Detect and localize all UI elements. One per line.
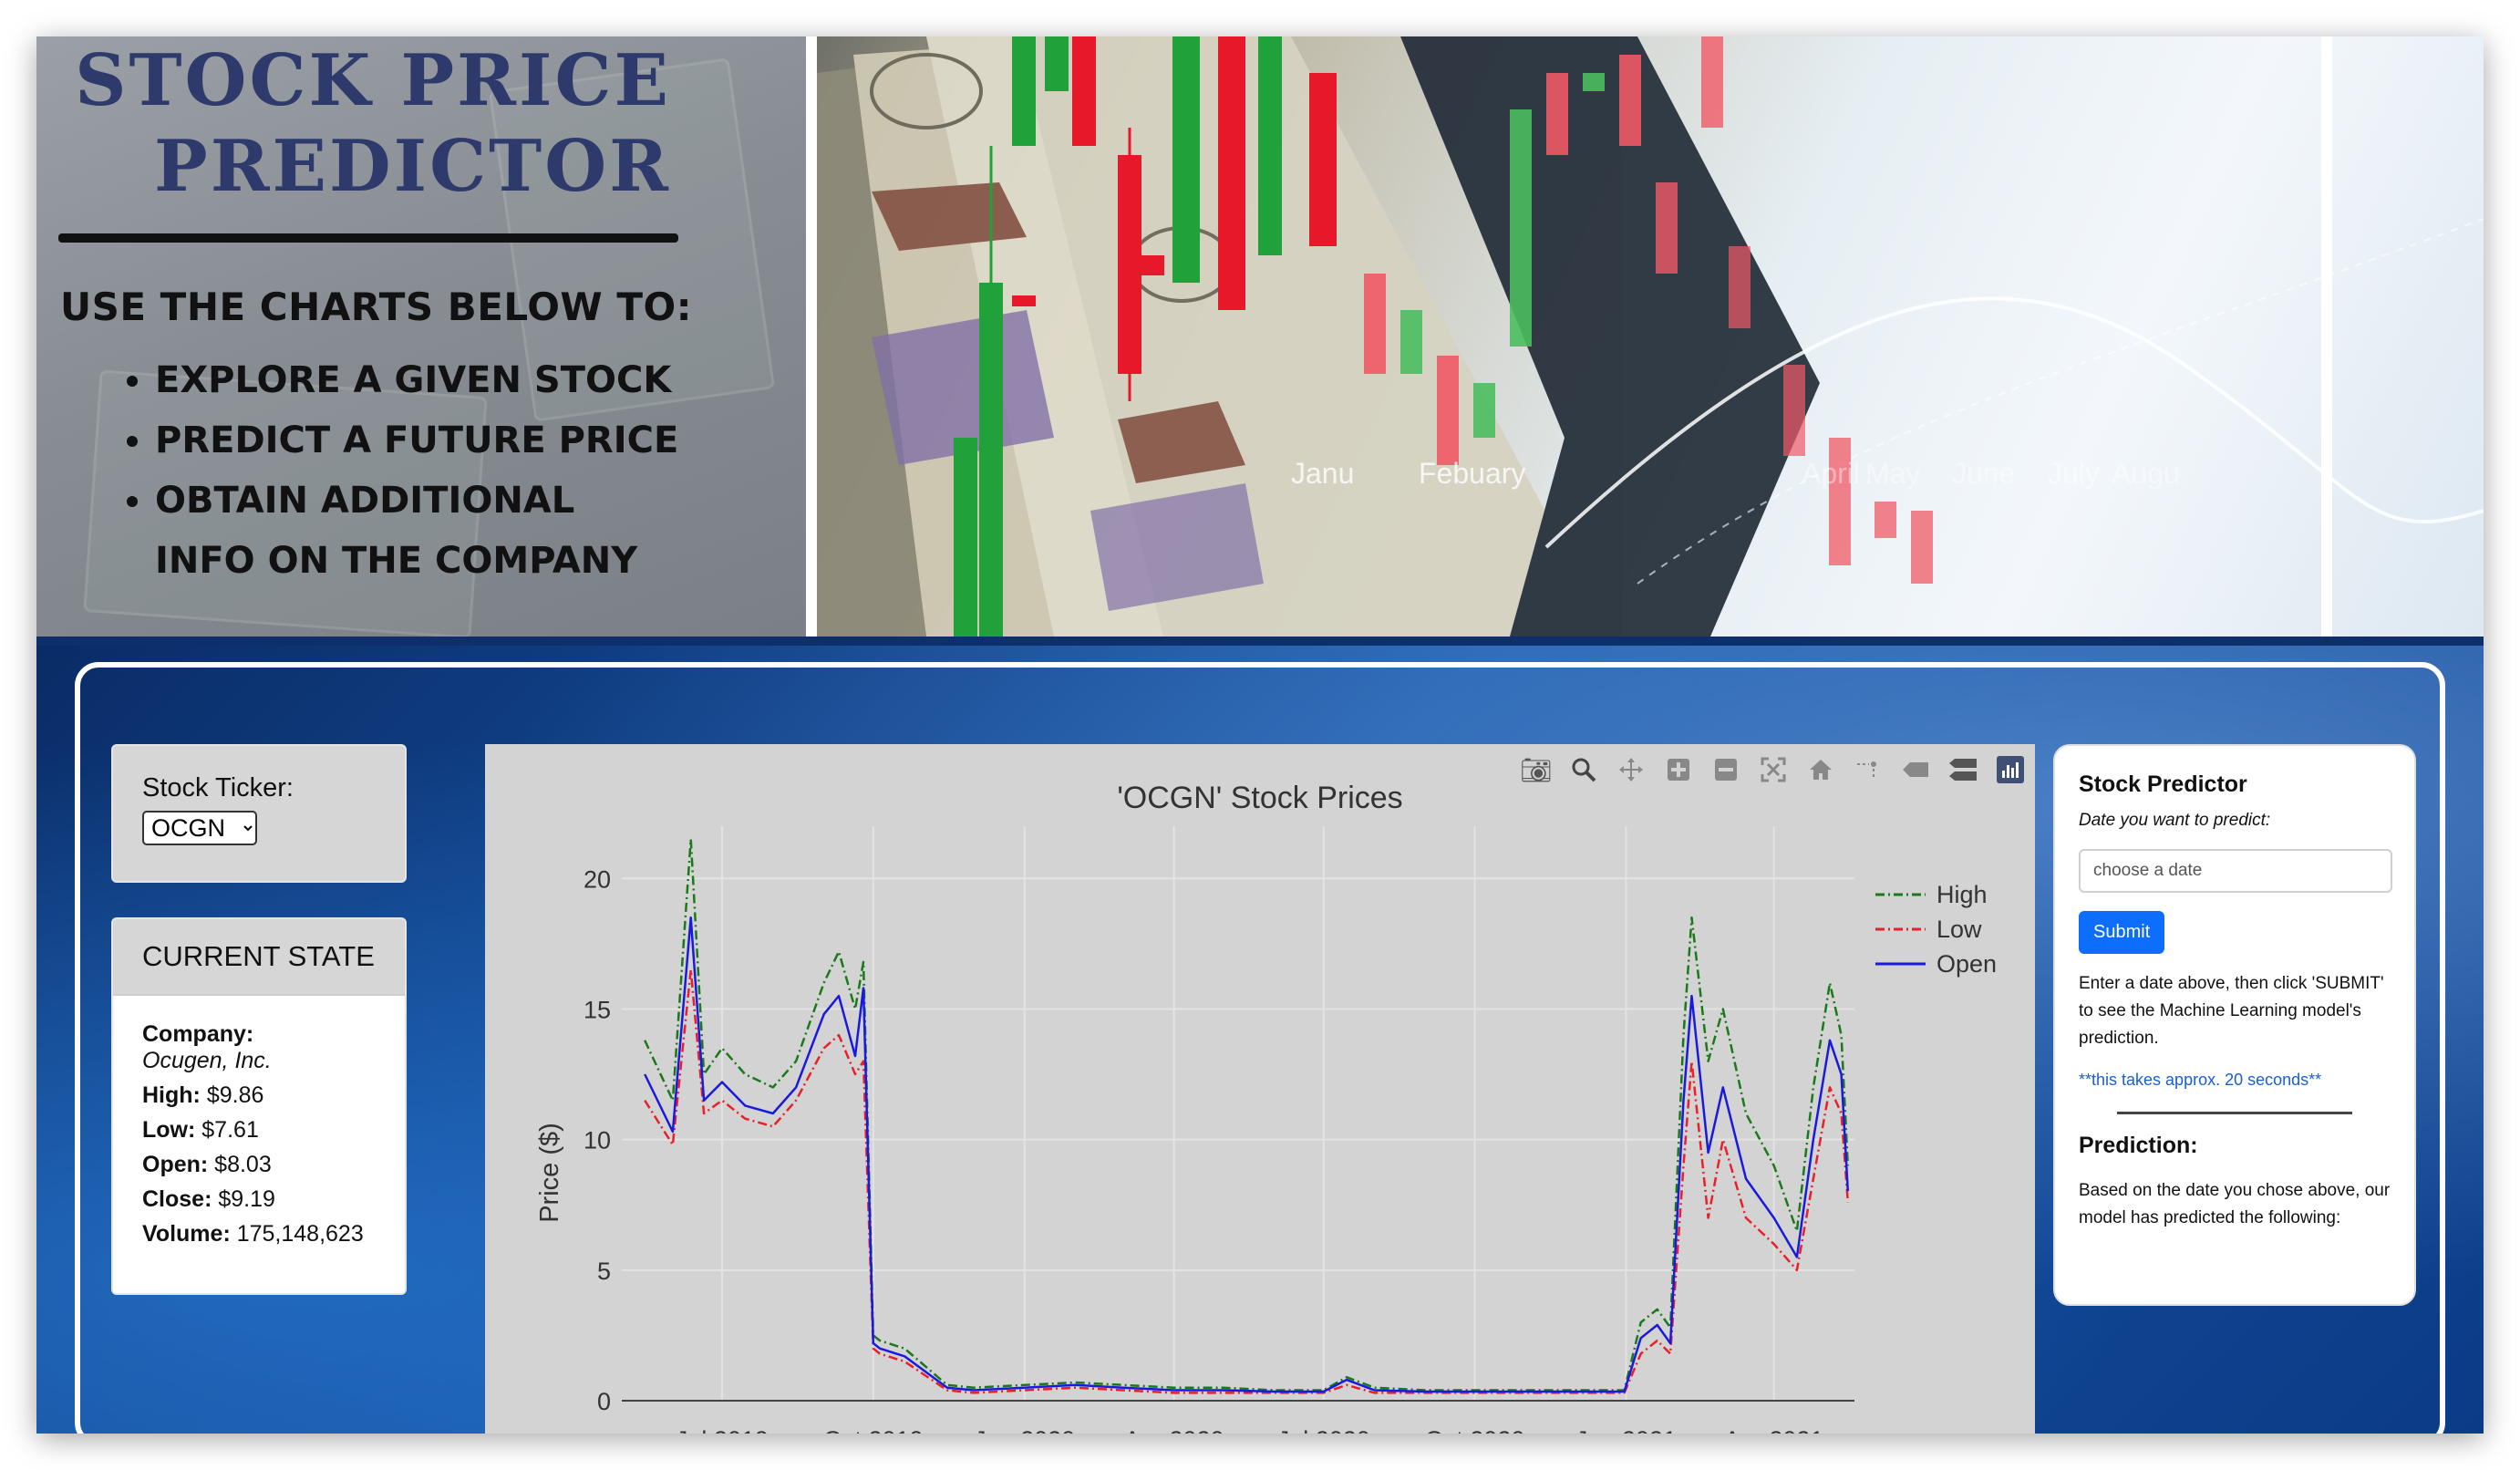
close-label: Close: [142, 1186, 212, 1212]
chart-title: 'OCGN' Stock Prices [1117, 781, 1402, 815]
feature-item: EXPLORE A GIVEN STOCK [155, 350, 678, 410]
predictor-hint: Date you want to predict: [2079, 811, 2271, 830]
title-divider [58, 233, 678, 243]
legend-label[interactable]: High [1936, 881, 1988, 908]
current-state-card: CURRENT STATE Company: Ocugen, Inc. High… [111, 917, 407, 1295]
photo-month-label: Janu [1291, 457, 1354, 490]
volume-label: Volume: [142, 1221, 231, 1247]
photo-month-label: June [1952, 457, 2015, 490]
y-tick-label: 0 [597, 1388, 611, 1415]
photo-month-label: April [1802, 457, 1860, 490]
stock-chart[interactable]: 📷︎ 'OCGN' Stock Prices Jul 2019 Oct 2019 J… [485, 744, 2035, 1434]
volume-value: 175,148,623 [236, 1221, 364, 1247]
y-tick-label: 20 [584, 865, 611, 893]
x-tick-label: Jan 2020 [974, 1426, 1075, 1434]
x-tick-label: Apr 2020 [1124, 1426, 1224, 1434]
predictor-title: Stock Predictor [2079, 771, 2247, 797]
price-plot[interactable]: 'OCGN' Stock Prices Jul 2019 Oct 2019 Jan … [485, 744, 2035, 1434]
series-line-low[interactable] [644, 968, 1850, 1394]
legend-label[interactable]: Low [1936, 916, 1982, 943]
candlestick-photo-image: Janu Febuary April May June July Augu [817, 36, 2484, 637]
x-tick-label: Apr 2021 [1724, 1426, 1824, 1434]
prediction-heading: Prediction: [2079, 1133, 2198, 1158]
open-label: Open: [142, 1152, 209, 1177]
x-tick-label: Jan 2021 [1575, 1426, 1677, 1434]
intro-heading: USE THE CHARTS BELOW TO: [60, 285, 693, 329]
series-line-high[interactable] [644, 838, 1850, 1392]
current-state-header: CURRENT STATE [113, 919, 405, 996]
submit-button[interactable]: Submit [2079, 911, 2165, 954]
y-tick-label: 15 [584, 996, 611, 1023]
hero-banner: STOCK PRICE PREDICTOR USE THE CHARTS BEL… [36, 36, 2484, 637]
high-label: High: [142, 1082, 201, 1108]
feature-item: PREDICT A FUTURE PRICE [155, 410, 678, 471]
x-tick-label: Oct 2019 [823, 1426, 924, 1434]
ticker-select[interactable]: OCGN [142, 811, 257, 845]
x-tick-label: Oct 2020 [1425, 1426, 1525, 1434]
predictor-card: Stock Predictor Date you want to predict… [2053, 744, 2416, 1306]
ticker-card: Stock Ticker: OCGN [111, 744, 407, 883]
predictor-instructions: Enter a date above, then click 'SUBMIT' … [2079, 974, 2384, 1048]
high-value: $9.86 [206, 1082, 264, 1108]
feature-item: OBTAIN ADDITIONAL INFO ON THE COMPANY [155, 471, 666, 591]
open-value: $8.03 [214, 1152, 272, 1177]
photo-month-label: May [1865, 457, 1920, 490]
x-tick-label: Jul 2020 [1277, 1426, 1370, 1434]
feature-list: EXPLORE A GIVEN STOCK PREDICT A FUTURE P… [128, 350, 678, 591]
ticker-label: Stock Ticker: [142, 773, 294, 802]
low-value: $7.61 [201, 1117, 259, 1143]
predictor-duration-note: **this takes approx. 20 seconds** [2079, 1071, 2322, 1089]
close-value: $9.19 [218, 1186, 275, 1212]
y-tick-label: 5 [597, 1258, 611, 1285]
photo-month-label: Febuary [1419, 457, 1525, 490]
series-line-open[interactable] [644, 916, 1850, 1393]
low-label: Low: [142, 1117, 196, 1143]
current-state-body: Company: Ocugen, Inc. High: $9.86 Low: $… [113, 996, 405, 1281]
dashboard-section: Stock Ticker: OCGN CURRENT STATE Company… [36, 646, 2484, 1434]
banner-stock-photo: Janu Febuary April May June July Augu [817, 36, 2484, 637]
page-title-line-1: STOCK PRICE [75, 39, 671, 122]
company-value: Ocugen, Inc. [142, 1048, 272, 1073]
predictor-divider [2117, 1112, 2352, 1114]
company-label: Company: [142, 1021, 254, 1047]
legend-label[interactable]: Open [1936, 950, 1997, 978]
photo-month-label: Augu [2112, 457, 2180, 490]
browser-window: STOCK PRICE PREDICTOR USE THE CHARTS BEL… [36, 36, 2484, 1434]
banner-intro-panel: STOCK PRICE PREDICTOR USE THE CHARTS BEL… [36, 36, 806, 637]
y-tick-label: 10 [584, 1127, 611, 1154]
prediction-text: Based on the date you chose above, our m… [2079, 1181, 2391, 1227]
x-tick-label: Jul 2019 [676, 1426, 769, 1434]
photo-month-label: July [2048, 457, 2100, 490]
date-input[interactable] [2079, 849, 2392, 893]
y-axis-label: Price ($) [535, 1123, 564, 1223]
page-title-line-2: PREDICTOR [154, 125, 671, 208]
